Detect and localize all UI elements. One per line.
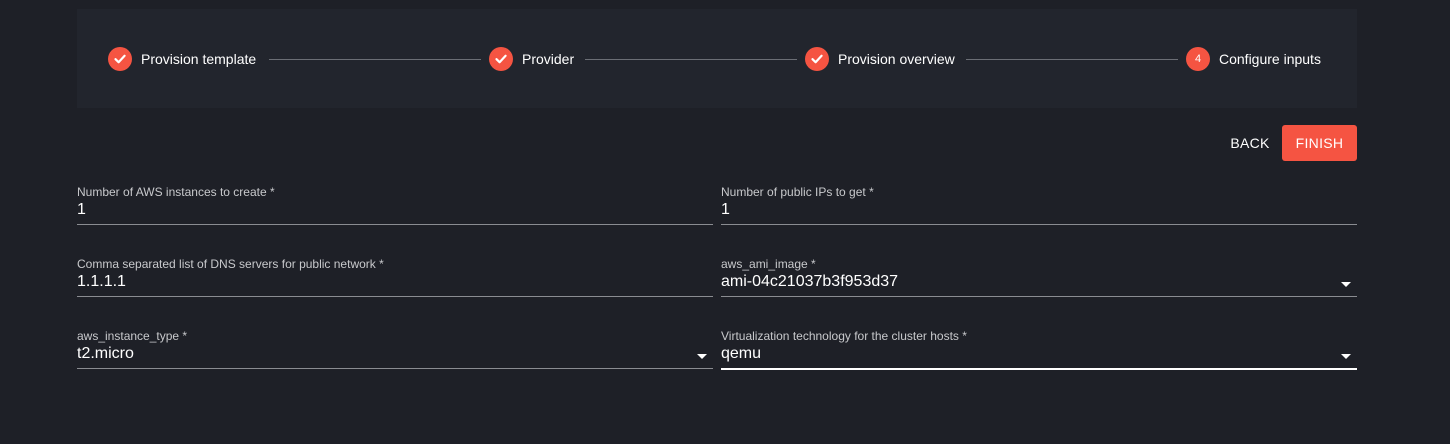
check-icon [805,47,829,71]
stepper: Provision template Provider Provision ov… [77,9,1357,108]
chevron-down-icon[interactable] [1341,282,1351,287]
step-connector [269,59,481,60]
step-configure-inputs[interactable]: 4 Configure inputs [1186,46,1321,72]
public-ips-count-field[interactable]: Number of public IPs to get * 1 [721,185,1357,233]
aws-instance-type-select[interactable]: aws_instance_type * t2.micro [77,329,713,377]
field-underline [721,296,1357,297]
field-value[interactable]: 1 [721,201,730,219]
check-icon [489,47,513,71]
finish-button[interactable]: FINISH [1282,125,1357,161]
aws-ami-image-select[interactable]: aws_ami_image * ami-04c21037b3f953d37 [721,257,1357,305]
chevron-down-icon[interactable] [1341,354,1351,359]
field-label: Comma separated list of DNS servers for … [77,257,384,271]
field-underline [77,296,713,297]
aws-instances-count-field[interactable]: Number of AWS instances to create * 1 [77,185,713,233]
step-label: Provider [522,51,575,67]
step-label: Configure inputs [1219,51,1321,67]
field-label: aws_instance_type * [77,329,188,343]
field-underline [721,224,1357,225]
select-value[interactable]: ami-04c21037b3f953d37 [721,273,898,291]
field-label: aws_ami_image * [721,257,816,271]
select-value[interactable]: t2.micro [77,345,134,363]
step-provision-overview[interactable]: Provision overview [805,46,955,72]
step-label: Provision template [141,51,257,67]
dns-servers-field[interactable]: Comma separated list of DNS servers for … [77,257,713,305]
step-connector [585,59,797,60]
field-value[interactable]: 1.1.1.1 [77,273,126,291]
field-label: Number of AWS instances to create * [77,185,275,199]
step-number-badge: 4 [1186,47,1210,71]
step-provider[interactable]: Provider [489,46,574,72]
field-underline [721,368,1357,370]
field-underline [77,224,713,225]
field-label: Number of public IPs to get * [721,185,874,199]
step-provision-template[interactable]: Provision template [108,46,256,72]
check-icon [108,47,132,71]
virtualization-technology-select[interactable]: Virtualization technology for the cluste… [721,329,1357,377]
field-value[interactable]: 1 [77,201,86,219]
select-value[interactable]: qemu [721,345,761,363]
back-button[interactable]: BACK [1222,125,1278,161]
chevron-down-icon[interactable] [697,354,707,359]
step-connector [966,59,1178,60]
step-label: Provision overview [838,51,955,67]
field-underline [77,368,713,369]
field-label: Virtualization technology for the cluste… [721,329,967,343]
